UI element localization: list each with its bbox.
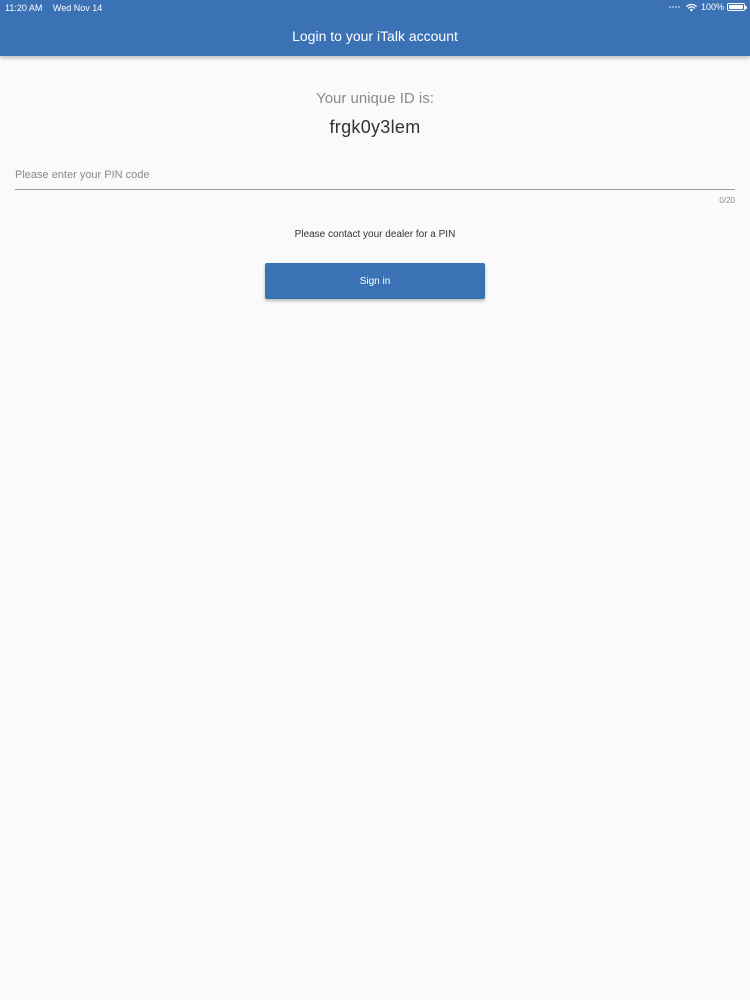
wifi-icon (686, 3, 697, 11)
battery-fill (729, 5, 743, 9)
signal-dots-icon (668, 6, 680, 8)
status-bar-left: 11:20 AM Wed Nov 14 (5, 3, 110, 13)
pin-code-field[interactable] (15, 163, 735, 190)
battery-icon (727, 3, 747, 11)
status-bar: 11:20 AM Wed Nov 14 100% (0, 0, 750, 15)
page-title: Login to your iTalk account (292, 28, 458, 44)
status-time: 11:20 AM (5, 3, 43, 13)
pin-character-counter: 0/20 (719, 196, 735, 205)
pin-code-input[interactable] (15, 163, 735, 187)
contact-dealer-text: Please contact your dealer for a PIN (294, 229, 456, 240)
app-bar: 11:20 AM Wed Nov 14 100% Login to your i… (0, 0, 750, 56)
unique-id-value: frgk0y3lem (329, 117, 421, 137)
app-screen: 11:20 AM Wed Nov 14 100% Login to your i… (0, 0, 750, 1000)
sign-in-button[interactable]: Sign in (265, 263, 485, 299)
battery-percent: 100% (700, 2, 724, 12)
unique-id-label: Your unique ID is: (316, 90, 434, 107)
status-bar-right: 100% (668, 2, 747, 12)
status-date: Wed Nov 14 (52, 3, 103, 13)
